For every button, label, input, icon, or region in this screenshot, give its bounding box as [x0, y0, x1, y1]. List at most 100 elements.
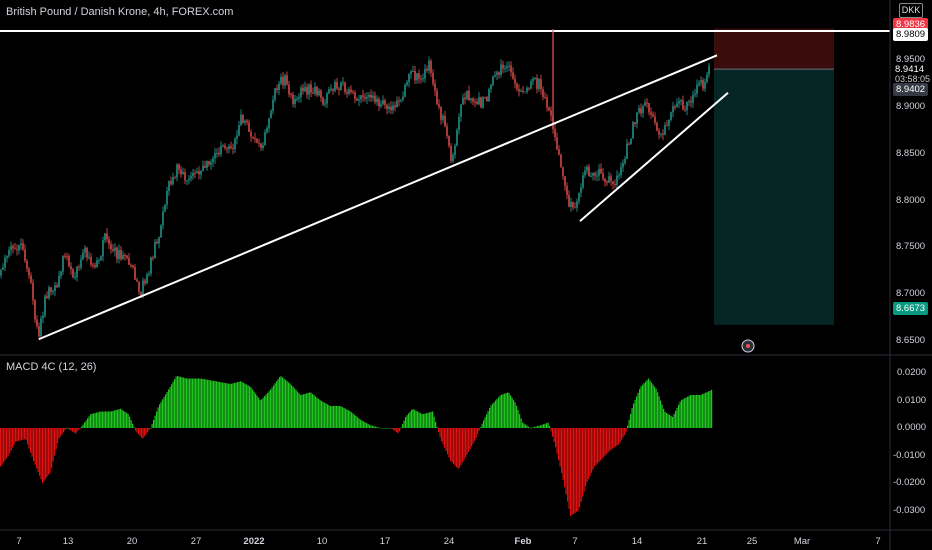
candle-up [492, 76, 494, 85]
candle-up [234, 138, 236, 149]
candle-up [0, 269, 2, 276]
time-tick-label: 14 [631, 536, 643, 547]
candle-up [688, 101, 690, 103]
candle-up [4, 257, 6, 268]
candle-up [172, 177, 174, 185]
macd-bar [462, 428, 464, 463]
candle-down [66, 256, 68, 258]
macd-bar [667, 413, 669, 428]
macd-bar [477, 428, 479, 435]
macd-bar [627, 425, 629, 428]
candle-down [662, 133, 664, 135]
macd-bar [433, 416, 435, 428]
settings-icon[interactable] [741, 339, 755, 353]
macd-bar [471, 428, 473, 447]
macd-bar [126, 412, 128, 428]
macd-bar [580, 428, 582, 502]
candle-down [544, 97, 546, 99]
macd-bar [228, 383, 230, 428]
macd-bar [114, 410, 116, 428]
macd-bar [585, 428, 587, 487]
candle-up [10, 246, 12, 250]
macd-bar [99, 411, 101, 428]
candle-up [8, 249, 10, 256]
candle-up [672, 106, 674, 113]
candle-down [650, 112, 652, 115]
short-position-zones[interactable] [714, 28, 834, 325]
macd-bar [52, 428, 54, 462]
macd-bar [613, 428, 615, 448]
macd-bar [339, 406, 341, 428]
candle-up [642, 106, 644, 114]
candle-up [366, 97, 368, 99]
macd-bar [321, 401, 323, 428]
macd-bar [636, 396, 638, 428]
macd-bar [549, 426, 551, 428]
candle-down [560, 154, 562, 168]
price-tick-label: 8.8000 [896, 194, 926, 206]
candle-up [82, 252, 84, 260]
candle-up [162, 211, 164, 226]
macd-bar [153, 419, 155, 428]
candle-down [628, 143, 630, 145]
candle-down [108, 239, 110, 245]
candle-up [96, 260, 98, 267]
macd-bar [337, 406, 339, 428]
chart-canvas[interactable] [0, 0, 932, 550]
macd-bar [268, 391, 270, 428]
candle-up [694, 93, 696, 95]
macd-bar [102, 411, 104, 428]
macd-bar [31, 428, 33, 457]
macd-bar [544, 423, 546, 428]
macd-bar [597, 428, 599, 464]
macd-bar [612, 428, 614, 449]
time-tick-label: 25 [746, 536, 758, 547]
macd-bar [93, 413, 95, 428]
macd-bar [616, 428, 618, 446]
macd-bar [603, 428, 605, 458]
candle-down [364, 96, 366, 99]
macd-bar [351, 412, 353, 428]
time-tick-label: 13 [62, 536, 74, 547]
candle-down [138, 281, 140, 292]
macd-bar [669, 414, 671, 428]
macd-bar [106, 411, 108, 428]
macd-bar [238, 381, 240, 428]
macd-bar [190, 378, 192, 428]
macd-bar [361, 420, 363, 428]
macd-bar [87, 418, 89, 428]
candle-up [490, 84, 492, 90]
target-zone[interactable] [714, 69, 834, 325]
candle-up [104, 233, 106, 241]
candle-down [536, 77, 538, 89]
macd-bar [445, 428, 447, 452]
price-tick-label: 8.7000 [896, 288, 926, 300]
macd-bar [406, 415, 408, 428]
candle-up [268, 118, 270, 129]
macd-bar [159, 404, 161, 428]
candle-down [178, 164, 180, 170]
stop-zone[interactable] [714, 28, 834, 70]
candle-up [532, 78, 534, 82]
candle-down [682, 100, 684, 110]
macd-bar [324, 402, 326, 428]
candle-up [328, 89, 330, 94]
macd-bar [540, 425, 542, 428]
macd-bar [108, 411, 110, 428]
candle-down [568, 194, 570, 207]
target-price-tag: 8.6673 [893, 302, 929, 315]
macd-bar [279, 377, 281, 428]
candle-down [614, 183, 616, 186]
candle-up [626, 143, 628, 159]
macd-bar [465, 428, 467, 458]
candle-up [330, 88, 332, 90]
candle-up [584, 170, 586, 176]
candle-down [130, 264, 132, 266]
macd-bar [78, 428, 80, 430]
macd-bar [247, 385, 249, 428]
macd-bar [63, 428, 65, 433]
candle-down [370, 94, 372, 98]
macd-bar [117, 409, 119, 428]
candle-up [618, 175, 620, 177]
candle-down [648, 103, 650, 113]
